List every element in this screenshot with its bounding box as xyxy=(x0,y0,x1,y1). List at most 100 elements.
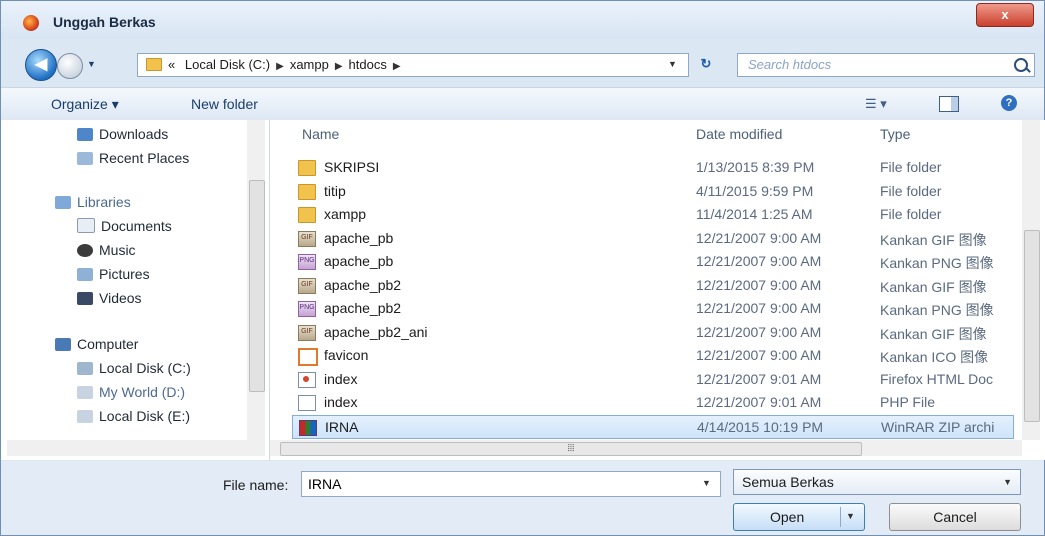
command-bar: Organize ▾ New folder ☰ ▾ ? xyxy=(1,87,1044,121)
file-type-filter[interactable]: Semua Berkas ▼ xyxy=(733,469,1021,495)
file-type: Kankan ICO 图像 xyxy=(880,349,989,365)
title-bar[interactable]: Unggah Berkas x xyxy=(1,1,1044,39)
search-icon[interactable] xyxy=(1014,58,1028,72)
breadcrumb-local-disk-c[interactable]: Local Disk (C:) xyxy=(185,57,270,72)
gif-file-icon: GIF xyxy=(298,324,316,341)
preview-pane-icon[interactable] xyxy=(939,96,959,112)
nav-item-local-disk-c[interactable]: Local Disk (C:) xyxy=(77,360,191,380)
folder-icon xyxy=(146,58,162,71)
breadcrumb-xampp[interactable]: xampp xyxy=(290,57,329,72)
drive-icon xyxy=(77,386,93,399)
table-row[interactable]: index 12/21/2007 9:01 AM Firefox HTML Doc xyxy=(292,368,1012,390)
nav-item-recent-places[interactable]: Recent Places xyxy=(77,150,189,170)
history-dropdown-icon[interactable]: ▼ xyxy=(87,59,96,69)
table-row[interactable]: titip 4/11/2015 9:59 PM File folder xyxy=(292,180,1012,202)
file-type: File folder xyxy=(880,206,942,222)
nav-item-downloads[interactable]: Downloads xyxy=(77,126,168,146)
file-date: 12/21/2007 9:00 AM xyxy=(696,323,822,340)
scrollbar-thumb[interactable]: ⦙⦙⦙ xyxy=(280,442,862,456)
nav-item-my-world-d[interactable]: My World (D:) xyxy=(77,384,185,404)
new-folder-button[interactable]: New folder xyxy=(191,96,258,112)
file-name: xampp xyxy=(324,206,367,222)
organize-button[interactable]: Organize ▾ xyxy=(51,96,119,113)
php-file-icon xyxy=(298,395,316,411)
search-box[interactable]: Search htdocs xyxy=(737,53,1035,77)
ico-file-icon xyxy=(298,348,318,366)
libraries-icon xyxy=(55,196,71,209)
breadcrumb-htdocs[interactable]: htdocs xyxy=(349,57,387,72)
table-row[interactable]: GIF apache_pb2_ani 12/21/2007 9:00 AM Kanka… xyxy=(292,321,1012,343)
chevron-down-icon[interactable]: ▼ xyxy=(1003,477,1012,487)
address-dropdown-icon[interactable]: ▼ xyxy=(668,59,677,69)
file-name: apache_pb2 xyxy=(324,276,402,293)
file-name-field[interactable]: ▼ xyxy=(301,471,721,497)
folder-file-icon xyxy=(298,183,316,200)
help-icon[interactable]: ? xyxy=(1001,95,1017,111)
file-name: apache_pb2 xyxy=(324,300,402,316)
breadcrumb: « Local Disk (C:) ▶ xampp ▶ htdocs ▶ xyxy=(168,57,407,72)
column-header-type[interactable]: Type xyxy=(880,126,910,142)
files-vertical-scrollbar[interactable] xyxy=(1022,120,1040,440)
forward-button[interactable] xyxy=(57,53,83,79)
nav-item-pictures[interactable]: Pictures xyxy=(77,266,150,286)
file-name: apache_pb2_ani xyxy=(324,323,428,340)
videos-icon xyxy=(77,292,93,305)
scrollbar-thumb[interactable] xyxy=(249,180,265,392)
column-header-date[interactable]: Date modified xyxy=(696,126,782,142)
table-row[interactable]: GIF apache_pb 12/21/2007 9:00 AM Kankan GIF… xyxy=(292,227,1012,249)
search-placeholder[interactable]: Search htdocs xyxy=(748,57,831,72)
nav-item-computer[interactable]: Computer xyxy=(55,336,138,356)
open-dropdown-icon[interactable]: ▼ xyxy=(846,511,855,521)
file-name-input[interactable] xyxy=(302,472,690,496)
nav-vertical-scrollbar[interactable] xyxy=(247,120,265,440)
file-date: 12/21/2007 9:00 AM xyxy=(696,347,822,363)
table-row-selected[interactable]: IRNA 4/14/2015 10:19 PM WinRAR ZIP archi xyxy=(292,414,1014,439)
table-row[interactable]: GIF apache_pb2 12/21/2007 9:00 AM Kankan GI… xyxy=(292,274,1012,296)
nav-item-local-disk-e[interactable]: Local Disk (E:) xyxy=(77,408,190,428)
breadcrumb-overflow[interactable]: « xyxy=(168,57,175,72)
nav-horizontal-scrollbar[interactable] xyxy=(7,440,265,456)
navigation-row: ◀ ▼ « Local Disk (C:) ▶ xampp ▶ htdocs ▶ ▼ ↻ … xyxy=(1,45,1044,81)
open-button-label: Open xyxy=(770,509,805,525)
file-name: titip xyxy=(324,182,346,199)
nav-item-videos[interactable]: Videos xyxy=(77,290,142,310)
table-row[interactable]: favicon 12/21/2007 9:00 AM Kankan ICO 图像 xyxy=(292,344,1012,366)
chevron-right-icon[interactable]: ▶ xyxy=(387,61,407,72)
back-button[interactable]: ◀ xyxy=(25,49,57,81)
table-row[interactable]: PNG apache_pb2 12/21/2007 9:00 AM Kankan PN… xyxy=(292,297,1012,319)
chevron-right-icon[interactable]: ▶ xyxy=(329,61,349,72)
refresh-icon[interactable]: ↻ xyxy=(693,53,719,75)
file-name: index xyxy=(324,394,358,410)
split-divider xyxy=(840,507,841,527)
cancel-button[interactable]: Cancel xyxy=(889,503,1021,531)
file-name: index xyxy=(324,370,358,387)
chevron-right-icon[interactable]: ▶ xyxy=(270,61,290,72)
file-date: 11/4/2014 1:25 AM xyxy=(696,206,813,222)
open-button[interactable]: Open ▼ xyxy=(733,503,865,531)
file-type: Kankan GIF 图像 xyxy=(880,231,987,248)
address-bar[interactable]: « Local Disk (C:) ▶ xampp ▶ htdocs ▶ ▼ xyxy=(137,53,689,77)
downloads-icon xyxy=(77,128,93,141)
browser-icon xyxy=(23,15,39,31)
file-date: 4/11/2015 9:59 PM xyxy=(696,182,814,199)
scrollbar-thumb[interactable] xyxy=(1024,230,1040,422)
navigation-pane: Downloads Recent Places Libraries Docume… xyxy=(1,120,269,460)
nav-item-libraries[interactable]: Libraries xyxy=(55,194,131,214)
column-header-name[interactable]: Name xyxy=(302,126,339,142)
file-type: Firefox HTML Doc xyxy=(880,370,994,387)
table-row[interactable]: index 12/21/2007 9:01 AM PHP File xyxy=(292,391,1012,413)
change-view-icon[interactable]: ☰ ▾ xyxy=(865,96,887,112)
nav-item-documents[interactable]: Documents xyxy=(77,218,172,238)
nav-item-music[interactable]: Music xyxy=(77,242,136,262)
files-horizontal-scrollbar[interactable]: ⦙⦙⦙ xyxy=(270,440,1022,456)
file-type: Kankan GIF 图像 xyxy=(880,278,987,295)
table-row[interactable]: PNG apache_pb 12/21/2007 9:00 AM Kankan PNG… xyxy=(292,250,1012,272)
close-button[interactable]: x xyxy=(976,3,1034,27)
gif-file-icon: GIF xyxy=(298,230,316,247)
music-icon xyxy=(77,244,93,257)
file-name-dropdown-icon[interactable]: ▼ xyxy=(702,478,711,488)
file-date: 12/21/2007 9:00 AM xyxy=(696,229,822,246)
table-row[interactable]: xampp 11/4/2014 1:25 AM File folder xyxy=(292,203,1012,225)
bottom-panel: File name: ▼ Semua Berkas ▼ Open ▼ Cance… xyxy=(1,461,1044,535)
table-row[interactable]: SKRIPSI 1/13/2015 8:39 PM File folder xyxy=(292,156,1012,178)
